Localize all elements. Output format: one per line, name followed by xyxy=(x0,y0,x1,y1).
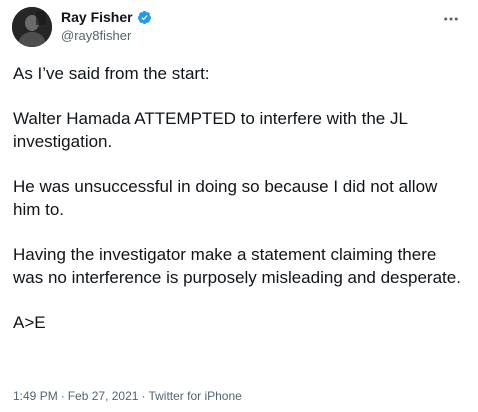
author-handle[interactable]: @ray8fisher xyxy=(61,28,131,44)
tweet-metadata: 1:49 PM · Feb 27, 2021 · Twitter for iPh… xyxy=(13,388,242,404)
tweet-source[interactable]: Twitter for iPhone xyxy=(148,388,241,404)
meta-separator: · xyxy=(60,389,65,403)
author-display-name[interactable]: Ray Fisher xyxy=(61,8,133,26)
tweet-paragraph: A>E xyxy=(13,313,46,332)
tweet-date[interactable]: Feb 27, 2021 xyxy=(68,388,139,404)
author-name-row: Ray Fisher xyxy=(61,8,152,26)
meta-separator: · xyxy=(141,389,146,403)
tweet-text: As I’ve said from the start: Walter Hama… xyxy=(13,62,463,334)
tweet-paragraph: He was unsuccessful in doing so because … xyxy=(13,177,438,219)
tweet-time[interactable]: 1:49 PM xyxy=(13,388,58,404)
tweet-paragraph: Having the investigator make a statement… xyxy=(13,245,461,287)
tweet-paragraph: Walter Hamada ATTEMPTED to interfere wit… xyxy=(13,109,408,151)
verified-badge-icon xyxy=(137,10,151,24)
tweet-paragraph: As I’ve said from the start: xyxy=(13,64,210,83)
tweet-card: Ray Fisher @ray8fisher As I’ve said from… xyxy=(0,0,478,412)
avatar[interactable] xyxy=(12,7,52,47)
more-options-icon[interactable] xyxy=(442,10,460,28)
profile-photo xyxy=(12,7,52,47)
